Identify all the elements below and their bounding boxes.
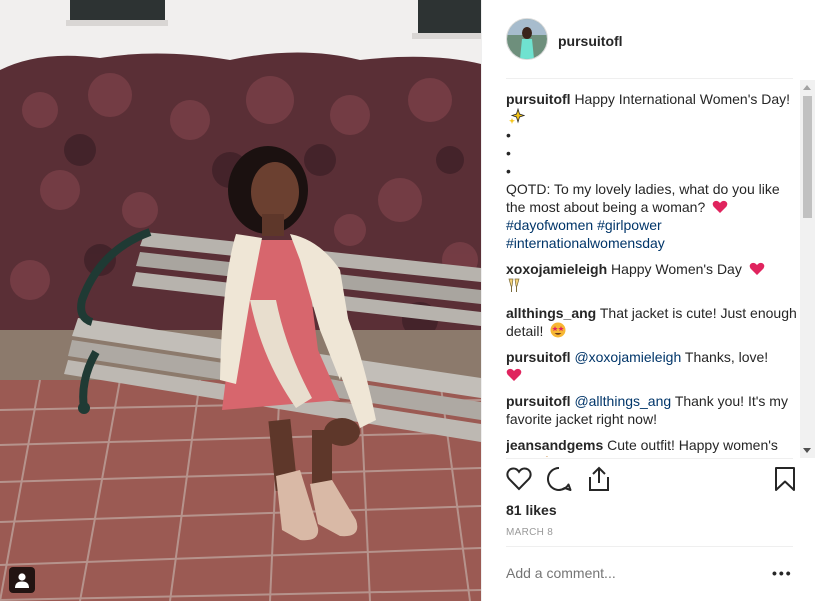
add-comment-input[interactable] <box>506 565 756 581</box>
sparkles-icon <box>509 108 525 124</box>
post-photo[interactable] <box>0 0 481 601</box>
comment-item: xoxojamieleigh Happy Women's Day <box>506 260 801 296</box>
comment-username[interactable]: allthings_ang <box>506 305 596 321</box>
avatar[interactable] <box>506 18 548 60</box>
user-tag-icon <box>15 573 29 588</box>
heart-emoji-icon <box>749 262 765 275</box>
caption-bullet: • <box>506 145 511 161</box>
heart-emoji-icon <box>506 368 522 381</box>
heart-emoji-icon <box>712 200 728 213</box>
caption-username[interactable]: pursuitofl <box>506 91 571 107</box>
comment-item: pursuitofl @allthings_ang Thank you! It'… <box>506 392 801 428</box>
comment-username[interactable]: pursuitofl <box>506 393 571 409</box>
likes-count[interactable]: 81 likes <box>506 502 557 518</box>
clap-emoji-icon <box>546 456 549 457</box>
comment-item: pursuitofl @xoxojamieleigh Thanks, love! <box>506 348 801 384</box>
comment-username[interactable]: pursuitofl <box>506 349 571 365</box>
post-side-panel: pursuitofl pursuitofl Happy Internationa… <box>481 0 816 601</box>
caption-bullet: • <box>506 127 511 143</box>
post-author-username[interactable]: pursuitofl <box>558 33 623 49</box>
comment-icon[interactable] <box>546 466 572 492</box>
bookmark-icon[interactable] <box>774 466 796 492</box>
caption-bullet: • <box>506 163 511 179</box>
star-struck-emoji-icon <box>550 322 566 338</box>
share-icon[interactable] <box>586 466 612 492</box>
post-date[interactable]: MARCH 8 <box>506 527 553 538</box>
comment-text: Happy Women's Day <box>611 261 742 277</box>
heart-icon[interactable] <box>506 466 532 492</box>
post-header: pursuitofl <box>482 0 816 78</box>
comments-scrollbar[interactable] <box>800 80 815 458</box>
post-actions <box>506 466 796 496</box>
caption-text: Happy International Women's Day! <box>574 91 791 107</box>
comment-item: jeansandgems Cute outfit! Happy women's … <box>506 436 801 457</box>
mention-link[interactable]: @allthings_ang <box>574 393 671 409</box>
comments-divider <box>506 458 793 459</box>
tagged-users-button[interactable] <box>9 567 35 593</box>
comment-item: allthings_ang That jacket is cute! Just … <box>506 304 801 340</box>
more-options-button[interactable]: ••• <box>772 565 793 581</box>
scroll-thumb[interactable] <box>803 96 812 218</box>
champagne-emoji-icon <box>508 278 520 292</box>
footer-divider <box>506 546 793 547</box>
comments-list: pursuitofl Happy International Women's D… <box>506 90 801 457</box>
caption-question: QOTD: To my lovely ladies, what do you l… <box>506 181 780 215</box>
header-divider <box>506 78 793 79</box>
hashtag-link[interactable]: #girlpower <box>597 217 662 233</box>
comment-username[interactable]: jeansandgems <box>506 437 603 453</box>
hashtag-link[interactable]: #internationalwomensday <box>506 235 665 251</box>
caption: pursuitofl Happy International Women's D… <box>506 90 801 252</box>
photo-illustration <box>0 0 481 601</box>
mention-link[interactable]: @xoxojamieleigh <box>574 349 681 365</box>
hashtag-link[interactable]: #dayofwomen <box>506 217 593 233</box>
comment-text: Thanks, love! <box>684 349 769 365</box>
comment-username[interactable]: xoxojamieleigh <box>506 261 607 277</box>
scroll-down-arrow-icon[interactable] <box>803 448 811 453</box>
scroll-up-arrow-icon[interactable] <box>803 85 811 90</box>
